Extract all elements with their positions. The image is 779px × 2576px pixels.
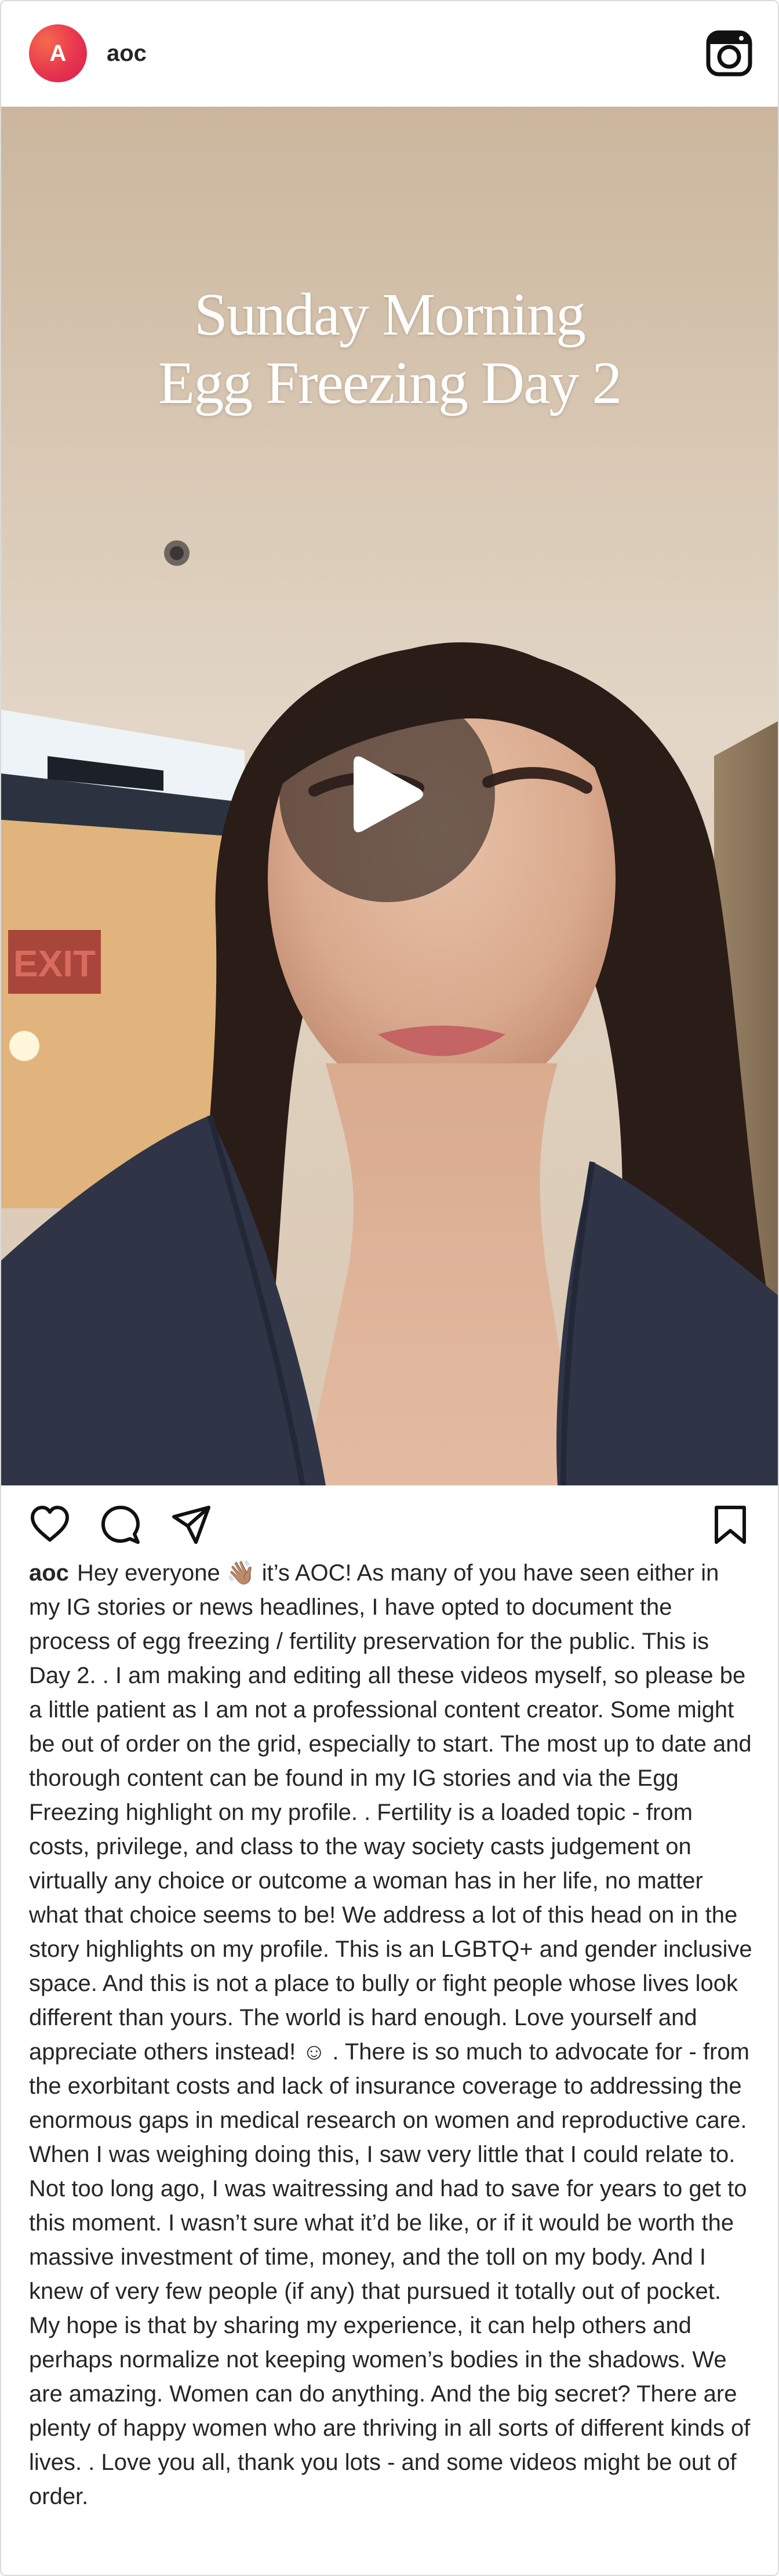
post-caption: aoc Hey everyone 👋🏽 it’s AOC! As many of … bbox=[29, 1556, 753, 2514]
exit-sign-text: EXIT bbox=[13, 943, 96, 984]
avatar-letter: A bbox=[49, 40, 67, 66]
overlay-title-line-2: Egg Freezing Day 2 bbox=[158, 350, 623, 416]
post-action-bar bbox=[1, 1487, 778, 1562]
play-icon bbox=[354, 756, 423, 833]
post-header: A aoc bbox=[1, 1, 778, 106]
caption-username[interactable]: aoc bbox=[29, 1560, 69, 1586]
overlay-title-line-1: Sunday Morning bbox=[194, 281, 586, 348]
instagram-logo-icon[interactable] bbox=[706, 30, 752, 77]
instagram-embed-card: A aoc EXIT Sunday Morning Egg Freezing D… bbox=[0, 0, 779, 2576]
play-button[interactable] bbox=[279, 686, 495, 902]
bookmark-icon[interactable] bbox=[709, 1504, 751, 1546]
username-link[interactable]: aoc bbox=[107, 39, 147, 67]
video-overlay-title: Sunday Morning Egg Freezing Day 2 bbox=[1, 281, 778, 417]
send-icon[interactable] bbox=[170, 1504, 212, 1546]
post-video[interactable]: EXIT Sunday Morning Egg Freezing Day 2 bbox=[1, 107, 778, 1485]
avatar[interactable]: A bbox=[29, 24, 87, 82]
caption-text: Hey everyone 👋🏽 it’s AOC! As many of you… bbox=[29, 1560, 752, 2509]
heart-icon[interactable] bbox=[29, 1504, 71, 1546]
comment-icon[interactable] bbox=[100, 1504, 141, 1546]
